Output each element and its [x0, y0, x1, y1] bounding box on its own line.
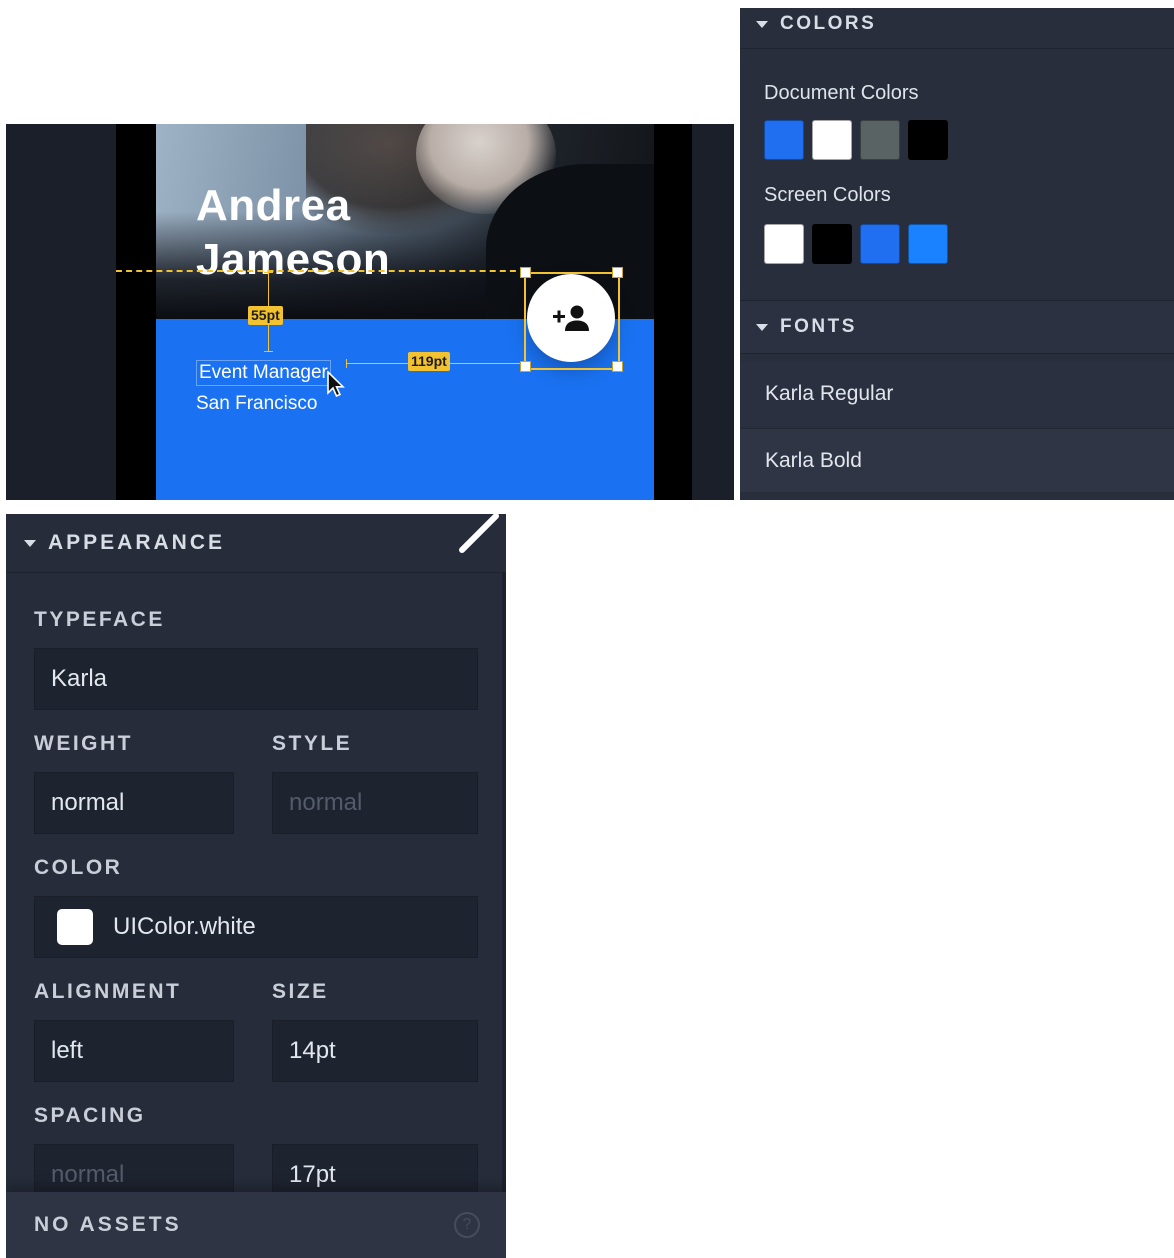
- alignment-input[interactable]: left: [34, 1020, 234, 1082]
- document-color-swatch[interactable]: [812, 120, 852, 160]
- screen-colors-label: Screen Colors: [764, 184, 891, 206]
- document-color-swatch[interactable]: [860, 120, 900, 160]
- colors-heading: COLORS: [780, 13, 877, 34]
- style-label: STYLE: [272, 732, 353, 755]
- typeface-input[interactable]: Karla: [34, 648, 478, 710]
- screen-color-swatch[interactable]: [860, 224, 900, 264]
- document-color-swatches: [764, 120, 948, 160]
- alignment-label: ALIGNMENT: [34, 980, 182, 1003]
- design-canvas[interactable]: Andrea Jameson Event Manager San Francis…: [6, 124, 734, 500]
- size-label: SIZE: [272, 980, 329, 1003]
- resize-handle-bottom-left[interactable]: [520, 361, 531, 372]
- color-input[interactable]: UIColor.white: [34, 896, 478, 958]
- profile-first-name[interactable]: Andrea: [196, 184, 351, 228]
- resize-handle-bottom-right[interactable]: [612, 361, 623, 372]
- appearance-heading: APPEARANCE: [48, 531, 226, 554]
- appearance-inspector: APPEARANCE TYPEFACE Karla WEIGHT STYLE n…: [6, 514, 506, 1258]
- fonts-heading: FONTS: [780, 316, 857, 337]
- font-item-karla-regular[interactable]: Karla Regular: [740, 362, 1174, 426]
- screen-color-swatches: [764, 224, 948, 264]
- assets-footer: NO ASSETS ?: [6, 1192, 506, 1258]
- screen-color-swatch[interactable]: [812, 224, 852, 264]
- style-input[interactable]: normal: [272, 772, 478, 834]
- no-assets-label: NO ASSETS: [34, 1213, 182, 1236]
- selection-outline[interactable]: [524, 272, 620, 370]
- fonts-section-toggle[interactable]: FONTS: [740, 300, 1174, 354]
- assets-panel: COLORS Document Colors Screen Colors FON…: [740, 8, 1174, 500]
- vertical-distance-badge: 55pt: [248, 306, 283, 326]
- screen-color-swatch[interactable]: [764, 224, 804, 264]
- document-color-swatch[interactable]: [764, 120, 804, 160]
- alignment-guide-horizontal: [116, 270, 526, 272]
- caret-down-icon: [756, 20, 768, 28]
- color-value: UIColor.white: [113, 913, 256, 940]
- inspector-scrollbar[interactable]: [502, 572, 506, 1192]
- resize-handle-top-right[interactable]: [612, 267, 623, 278]
- resize-handle-top-left[interactable]: [520, 267, 531, 278]
- job-title-label[interactable]: Event Manager: [196, 360, 331, 386]
- profile-last-name[interactable]: Jameson: [196, 238, 390, 282]
- color-label: COLOR: [34, 856, 123, 879]
- colors-section-toggle[interactable]: COLORS: [740, 8, 1174, 49]
- document-colors-label: Document Colors: [764, 82, 919, 104]
- mouse-cursor-icon: [327, 371, 345, 398]
- pen-stroke-icon: [459, 514, 499, 553]
- font-item-karla-bold[interactable]: Karla Bold: [740, 428, 1174, 492]
- help-icon[interactable]: ?: [454, 1212, 480, 1238]
- location-label[interactable]: San Francisco: [196, 393, 317, 415]
- appearance-section-toggle[interactable]: APPEARANCE: [6, 514, 506, 573]
- caret-down-icon: [756, 323, 768, 331]
- screen-color-swatch[interactable]: [908, 224, 948, 264]
- size-input[interactable]: 14pt: [272, 1020, 478, 1082]
- caret-down-icon: [24, 539, 36, 547]
- color-swatch-white[interactable]: [57, 909, 93, 945]
- document-color-swatch[interactable]: [908, 120, 948, 160]
- spacing-label: SPACING: [34, 1104, 146, 1127]
- weight-label: WEIGHT: [34, 732, 133, 755]
- weight-input[interactable]: normal: [34, 772, 234, 834]
- horizontal-distance-badge: 119pt: [408, 352, 450, 372]
- typeface-label: TYPEFACE: [34, 608, 165, 631]
